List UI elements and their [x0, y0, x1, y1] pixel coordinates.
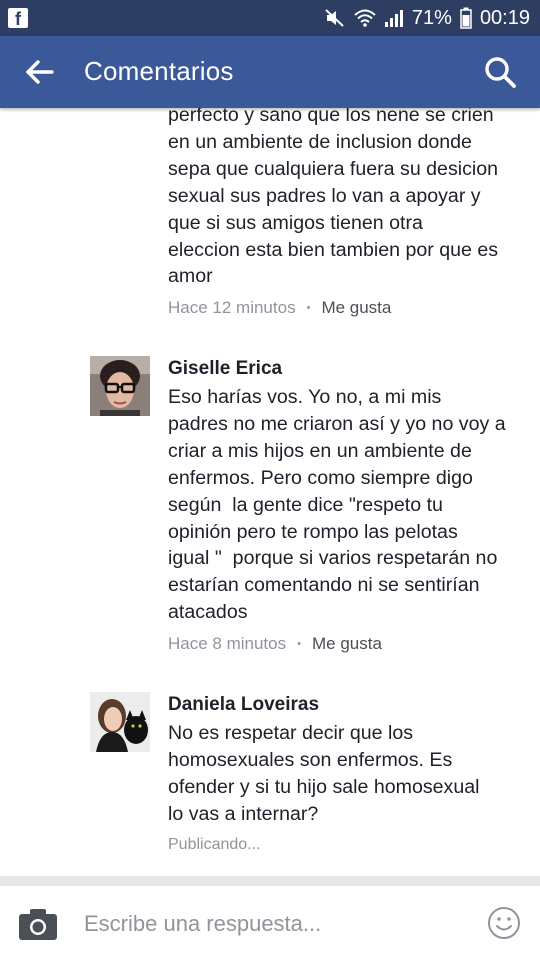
battery-icon [460, 7, 472, 29]
separator-dot: • [306, 302, 311, 314]
clock: 00:19 [479, 6, 530, 29]
publishing-status: Publicando... [168, 836, 261, 853]
reply-bar [0, 886, 540, 960]
reply-input[interactable] [84, 908, 464, 940]
comment-time: Hace 12 minutos [168, 298, 296, 317]
avatar[interactable] [90, 692, 150, 752]
comment-author[interactable]: Daniela Loveiras [168, 694, 319, 716]
search-icon [485, 57, 516, 88]
app-header: Comentarios [0, 36, 540, 108]
comment-author[interactable]: Giselle Erica [168, 358, 282, 380]
camera-button[interactable] [18, 907, 58, 941]
avatar-daniela-icon [90, 692, 150, 752]
mute-icon [325, 9, 344, 27]
comments-list[interactable]: perfecto y sano que los nene se crien en… [0, 108, 540, 876]
camera-icon [19, 909, 57, 940]
comment-text: perfecto y sano que los nene se crien en… [168, 108, 499, 288]
status-icons: 71% 00:19 [324, 0, 530, 36]
back-arrow-icon [26, 60, 54, 84]
facebook-app-icon: f [8, 8, 28, 29]
comment-meta: Hace 8 minutos • Me gusta [168, 634, 382, 654]
battery-percent: 71% [411, 6, 452, 29]
wifi-icon [354, 9, 376, 27]
comment-time: Hace 8 minutos [168, 634, 287, 653]
back-button[interactable] [22, 54, 58, 90]
divider [0, 876, 540, 886]
page-title: Comentarios [84, 56, 234, 86]
emoji-button[interactable] [487, 906, 521, 940]
comment-text: Eso harías vos. Yo no, a mi mis padres n… [168, 386, 506, 624]
like-button[interactable]: Me gusta [321, 298, 391, 318]
comment-meta: Hace 12 minutos • Me gusta [168, 298, 391, 318]
emoji-icon [488, 907, 520, 939]
search-button[interactable] [482, 54, 518, 90]
status-bar: f 71% 00:19 [0, 0, 540, 36]
separator-dot: • [297, 638, 301, 650]
comment-text: No es respetar decir que los homosexuale… [168, 722, 480, 825]
avatar-giselle-icon [90, 356, 150, 416]
like-button[interactable]: Me gusta [312, 634, 382, 654]
avatar[interactable] [90, 356, 150, 416]
signal-icon [384, 10, 403, 27]
